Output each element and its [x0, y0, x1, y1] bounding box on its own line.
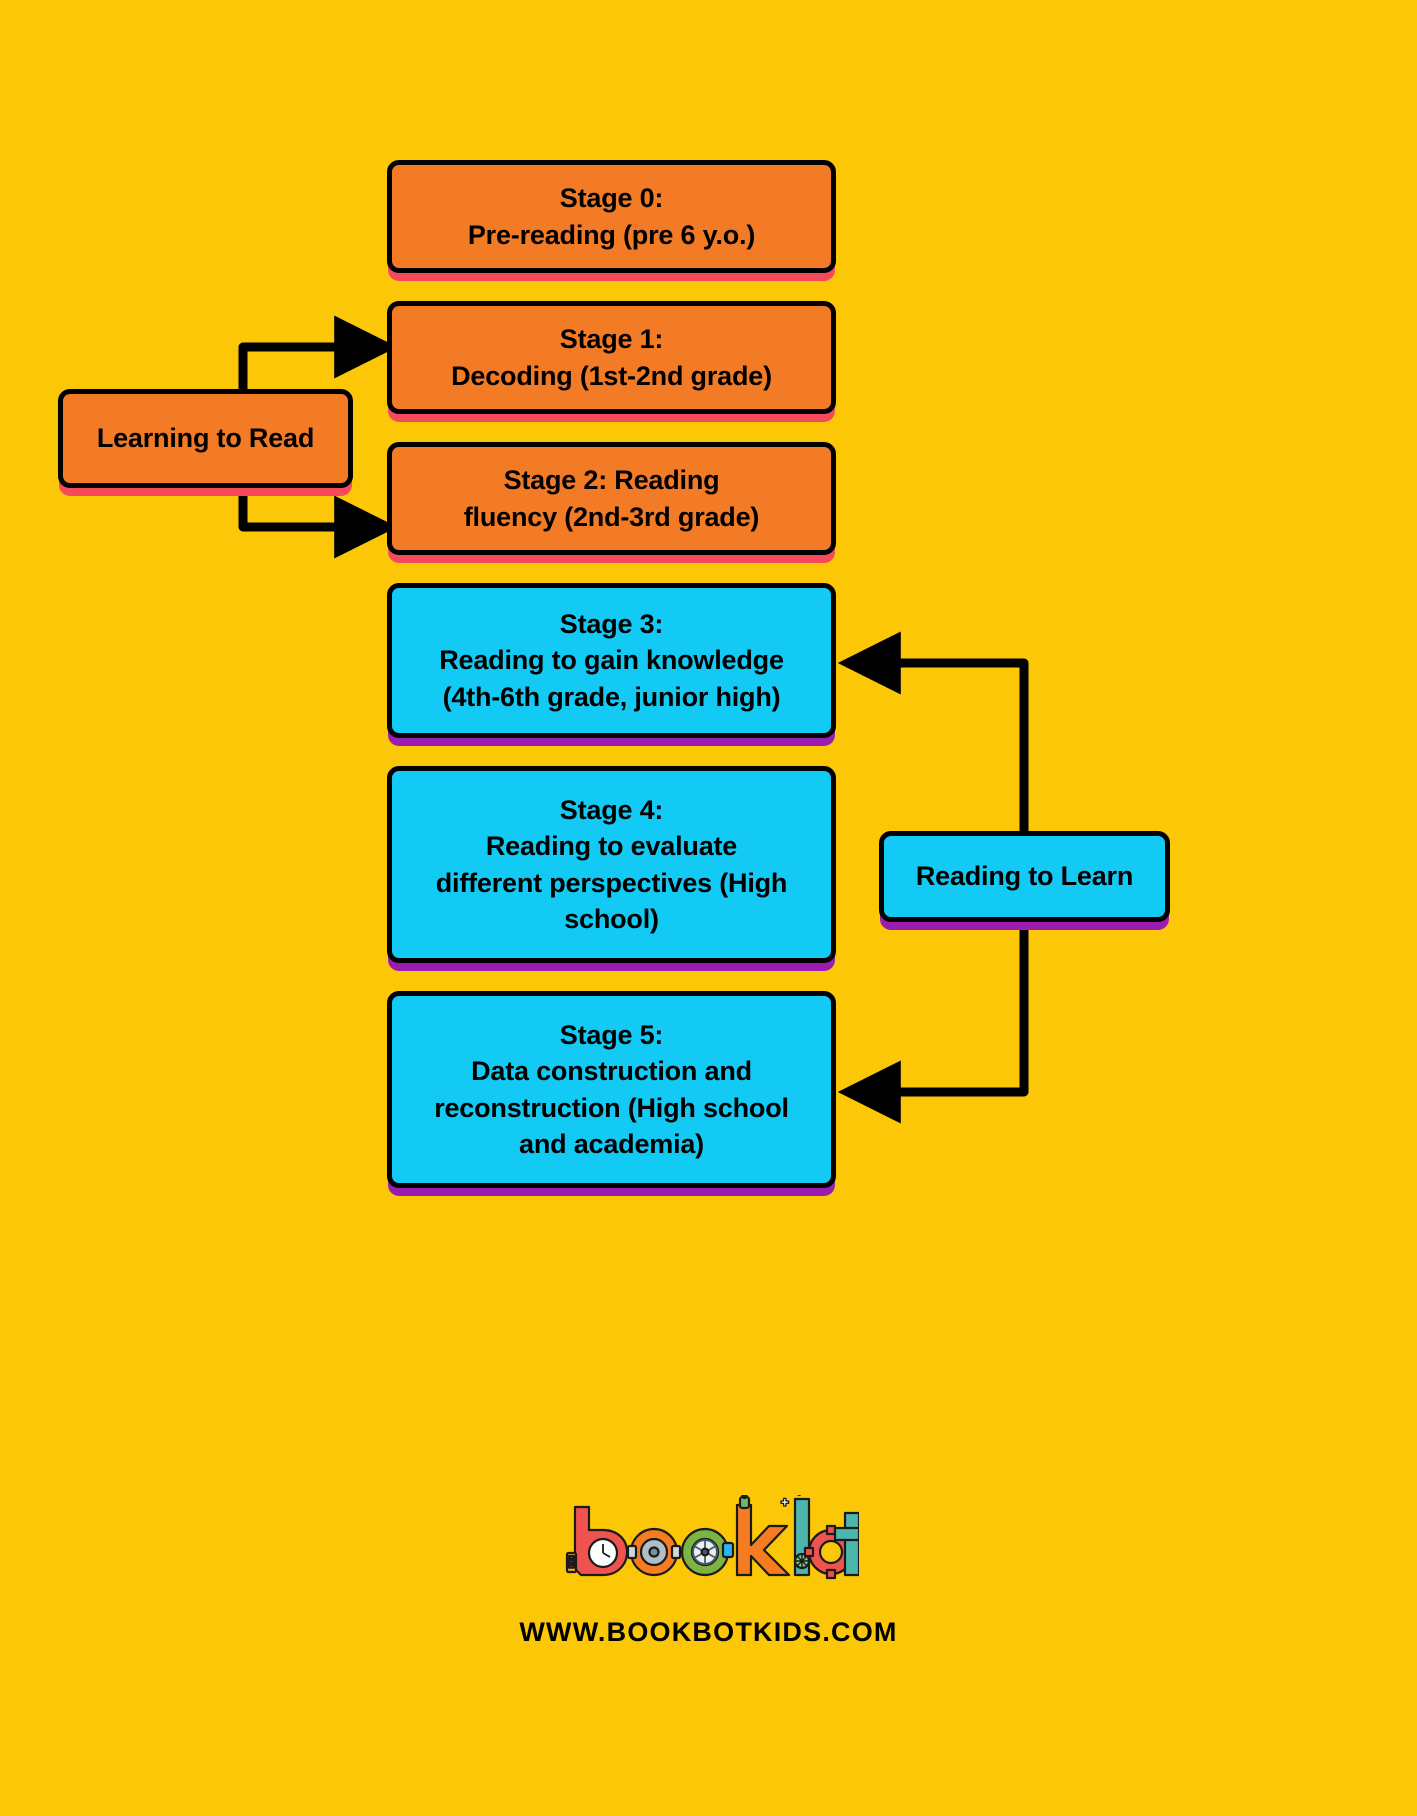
stage-4-line3: different perspectives (High [435, 867, 788, 898]
stage-3-line3: (4th-6th grade, junior high) [442, 681, 781, 712]
group-box-reading-to-learn[interactable]: Reading to Learn [879, 831, 1170, 922]
arrow-learning-to-stage1 [238, 315, 398, 390]
diagram-canvas: Learning to Read Reading to Learn Stage … [0, 0, 1417, 1816]
bookbot-logo [565, 1495, 859, 1580]
stage-box-3[interactable]: Stage 3: Reading to gain knowledge (4th-… [387, 583, 836, 738]
stage-box-0[interactable]: Stage 0: Pre-reading (pre 6 y.o.) [387, 160, 836, 273]
stage-1-line2: Decoding (1st-2nd grade) [451, 360, 772, 391]
footer-url[interactable]: WWW.BOOKBOTKIDS.COM [519, 1617, 897, 1648]
stage-3-line1: Stage 3: [559, 608, 664, 639]
stage-2-line2: fluency (2nd-3rd grade) [463, 501, 760, 532]
stage-5-line4: and academia) [519, 1128, 704, 1159]
stage-2-text: Stage 2: Reading fluency (2nd-3rd grade) [406, 462, 817, 535]
stage-box-4[interactable]: Stage 4: Reading to evaluate different p… [387, 766, 836, 963]
stage-box-5[interactable]: Stage 5: Data construction and reconstru… [387, 991, 836, 1188]
arrow-readinglearn-to-stage5 [837, 923, 1029, 1124]
stage-3-line2: Reading to gain knowledge [439, 645, 784, 676]
stage-5-line2: Data construction and [471, 1056, 752, 1087]
stage-4-text: Stage 4: Reading to evaluate different p… [406, 792, 817, 938]
stage-box-2[interactable]: Stage 2: Reading fluency (2nd-3rd grade) [387, 442, 836, 555]
stage-5-line1: Stage 5: [559, 1019, 664, 1050]
group-label-learning-to-read: Learning to Read [96, 423, 315, 454]
arrow-readinglearn-to-stage3 [837, 631, 1029, 832]
stage-3-text: Stage 3: Reading to gain knowledge (4th-… [406, 606, 817, 715]
arrow-learning-to-stage2 [238, 487, 398, 559]
stage-5-line3: reconstruction (High school [434, 1092, 789, 1123]
stage-0-text: Stage 0: Pre-reading (pre 6 y.o.) [406, 180, 817, 253]
stage-5-text: Stage 5: Data construction and reconstru… [406, 1017, 817, 1163]
footer: WWW.BOOKBOTKIDS.COM [0, 1495, 1417, 1648]
stage-0-line1: Stage 0: [559, 183, 664, 214]
stage-0-line2: Pre-reading (pre 6 y.o.) [467, 219, 756, 250]
stage-4-line4: school) [564, 903, 659, 934]
group-label-reading-to-learn: Reading to Learn [915, 861, 1134, 892]
stage-4-line2: Reading to evaluate [485, 831, 738, 862]
group-box-learning-to-read[interactable]: Learning to Read [58, 389, 353, 488]
stage-4-line1: Stage 4: [559, 794, 664, 825]
stage-1-line1: Stage 1: [559, 324, 664, 355]
stage-box-1[interactable]: Stage 1: Decoding (1st-2nd grade) [387, 301, 836, 414]
stage-2-line1: Stage 2: Reading [503, 465, 720, 496]
stage-1-text: Stage 1: Decoding (1st-2nd grade) [406, 321, 817, 394]
